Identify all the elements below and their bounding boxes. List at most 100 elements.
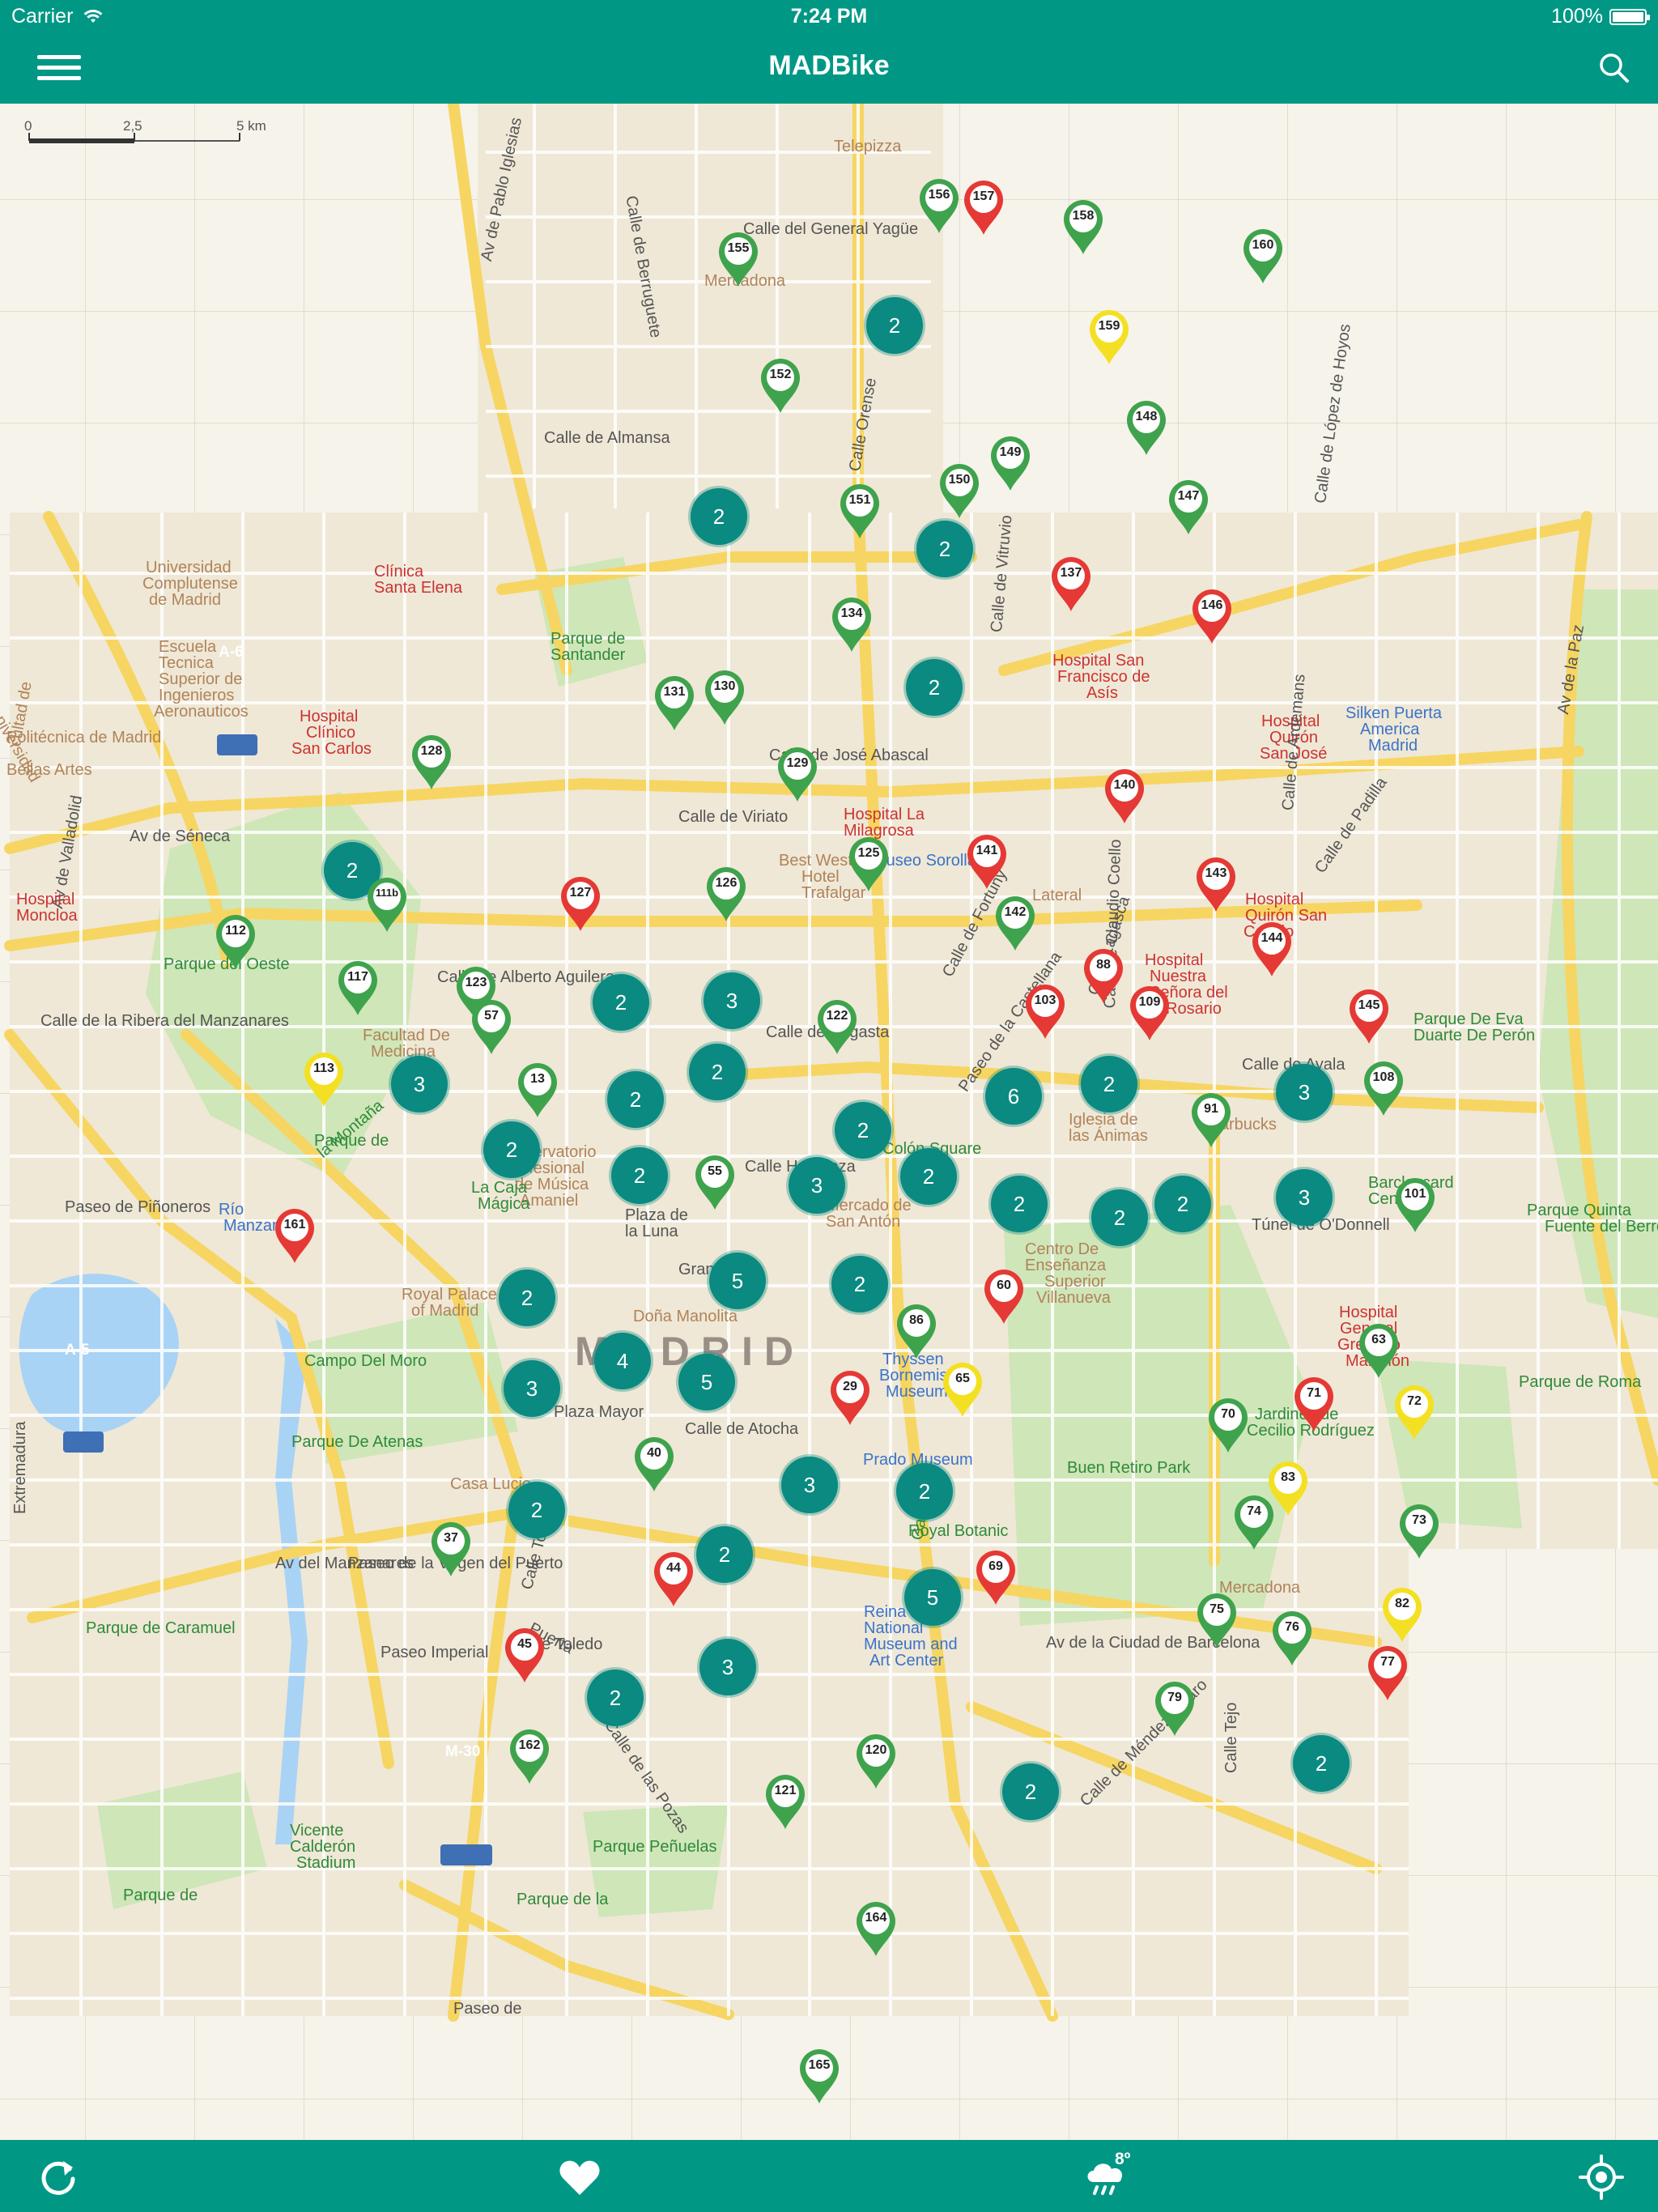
station-pin[interactable]: 45 [502,1626,547,1684]
station-pin[interactable]: 145 [1346,987,1392,1045]
station-cluster[interactable]: 2 [1002,1763,1059,1820]
station-pin[interactable]: 103 [1022,982,1068,1040]
station-pin[interactable]: 60 [981,1267,1027,1325]
station-pin[interactable]: 101 [1392,1176,1438,1234]
station-pin[interactable]: 108 [1361,1059,1406,1117]
station-cluster[interactable]: 2 [835,1102,891,1159]
station-cluster[interactable]: 3 [699,1639,756,1695]
station-cluster[interactable]: 2 [593,974,649,1031]
station-pin[interactable]: 44 [651,1550,696,1608]
station-cluster[interactable]: 3 [704,972,760,1029]
map-base[interactable] [0,104,1658,2140]
station-pin[interactable]: 134 [829,595,874,653]
station-cluster[interactable]: 3 [789,1157,845,1214]
search-button[interactable] [1593,47,1637,91]
station-pin[interactable]: 29 [827,1368,873,1427]
station-cluster[interactable]: 2 [916,521,973,577]
station-pin[interactable]: 120 [853,1732,899,1790]
station-pin[interactable]: 137 [1048,555,1094,613]
station-pin[interactable]: 77 [1365,1644,1410,1702]
station-pin[interactable]: 109 [1127,984,1172,1042]
station-cluster[interactable]: 3 [504,1360,560,1417]
station-pin[interactable]: 151 [837,482,882,540]
station-pin[interactable]: 141 [964,832,1010,891]
station-pin[interactable]: 158 [1061,198,1106,256]
station-pin[interactable]: 55 [692,1153,738,1211]
station-pin[interactable]: 113 [301,1050,346,1108]
station-cluster[interactable]: 3 [1276,1169,1333,1226]
station-pin[interactable]: 65 [940,1360,985,1419]
station-pin[interactable]: 157 [961,178,1006,236]
station-pin[interactable]: 111b [364,875,410,934]
station-pin[interactable]: 161 [272,1206,317,1265]
station-cluster[interactable]: 2 [906,659,963,716]
station-pin[interactable]: 72 [1392,1383,1437,1441]
station-pin[interactable]: 140 [1102,767,1147,825]
station-pin[interactable]: 147 [1166,478,1211,536]
station-pin[interactable]: 88 [1081,946,1126,1005]
refresh-button[interactable] [32,2151,84,2203]
station-pin[interactable]: 75 [1194,1591,1239,1649]
station-pin[interactable]: 73 [1397,1502,1442,1560]
station-cluster[interactable]: 2 [1293,1735,1350,1792]
station-pin[interactable]: 71 [1291,1375,1337,1433]
station-cluster[interactable]: 2 [508,1482,565,1538]
station-cluster[interactable]: 2 [696,1526,753,1583]
station-cluster[interactable]: 2 [866,297,923,354]
station-cluster[interactable]: 2 [991,1176,1048,1232]
station-pin[interactable]: 144 [1249,920,1295,978]
station-pin[interactable]: 130 [702,668,747,726]
station-pin[interactable]: 127 [558,874,603,933]
station-pin[interactable]: 162 [507,1727,552,1785]
station-cluster[interactable]: 4 [594,1333,651,1389]
station-cluster[interactable]: 2 [607,1071,664,1128]
station-cluster[interactable]: 3 [391,1056,448,1112]
station-pin[interactable]: 122 [814,998,860,1056]
station-pin[interactable]: 165 [797,2047,842,2105]
station-pin[interactable]: 112 [213,912,258,971]
station-cluster[interactable]: 2 [587,1670,644,1726]
station-cluster[interactable]: 2 [1081,1056,1137,1112]
station-cluster[interactable]: 2 [691,488,747,545]
station-cluster[interactable]: 3 [1276,1064,1333,1121]
station-pin[interactable]: 37 [428,1520,474,1578]
station-pin[interactable]: 156 [916,177,962,235]
station-pin[interactable]: 164 [853,1899,899,1958]
station-cluster[interactable]: 2 [896,1463,953,1520]
station-pin[interactable]: 143 [1193,855,1239,913]
station-pin[interactable]: 150 [937,462,982,520]
station-pin[interactable]: 57 [469,998,514,1056]
station-pin[interactable]: 82 [1380,1585,1425,1644]
station-cluster[interactable]: 2 [1091,1189,1148,1246]
station-cluster[interactable]: 2 [499,1270,555,1326]
station-pin[interactable]: 149 [988,434,1033,492]
station-cluster[interactable]: 2 [1154,1176,1211,1232]
station-pin[interactable]: 126 [704,865,749,923]
station-pin[interactable]: 121 [763,1772,808,1831]
station-cluster[interactable]: 2 [900,1148,957,1205]
station-pin[interactable]: 128 [409,733,454,791]
station-pin[interactable]: 152 [758,356,803,415]
favorites-button[interactable] [554,2151,606,2203]
locate-button[interactable] [1575,2151,1627,2203]
station-pin[interactable]: 86 [894,1302,939,1360]
station-cluster[interactable]: 2 [483,1121,540,1178]
map-view[interactable]: 0 2,5 5 km Telepizza Calle de Berruguete C… [0,104,1658,2140]
station-pin[interactable]: 79 [1152,1679,1197,1738]
station-pin[interactable]: 117 [335,959,380,1017]
station-pin[interactable]: 160 [1240,227,1286,285]
station-pin[interactable]: 69 [973,1548,1018,1606]
station-pin[interactable]: 91 [1188,1091,1234,1149]
station-pin[interactable]: 40 [631,1435,677,1493]
station-cluster[interactable]: 5 [678,1354,735,1410]
station-pin[interactable]: 148 [1124,398,1169,457]
station-pin[interactable]: 155 [716,230,761,288]
station-pin[interactable]: 159 [1086,308,1132,366]
station-pin[interactable]: 70 [1205,1396,1251,1454]
station-pin[interactable]: 129 [775,745,820,803]
station-pin[interactable]: 13 [515,1061,560,1119]
station-pin[interactable]: 146 [1189,587,1235,645]
station-cluster[interactable]: 6 [985,1068,1042,1125]
station-pin[interactable]: 63 [1356,1321,1401,1380]
station-pin[interactable]: 131 [652,674,697,732]
